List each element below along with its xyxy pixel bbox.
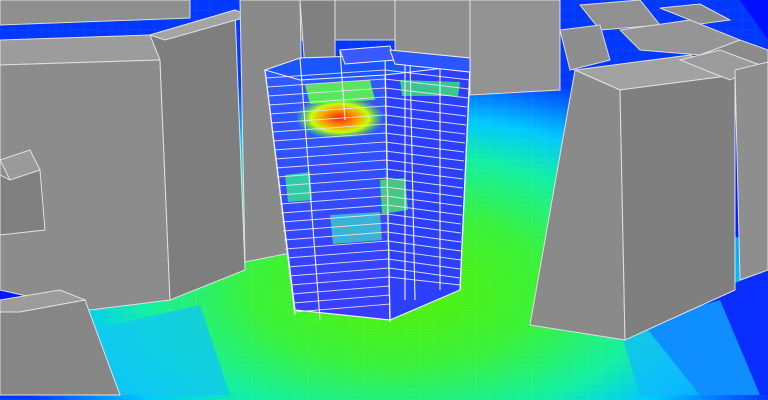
- analyzed-tower-cluster[interactable]: [263, 45, 471, 323]
- scene-canvas[interactable]: [0, 0, 768, 400]
- 3d-viewport[interactable]: [0, 0, 768, 400]
